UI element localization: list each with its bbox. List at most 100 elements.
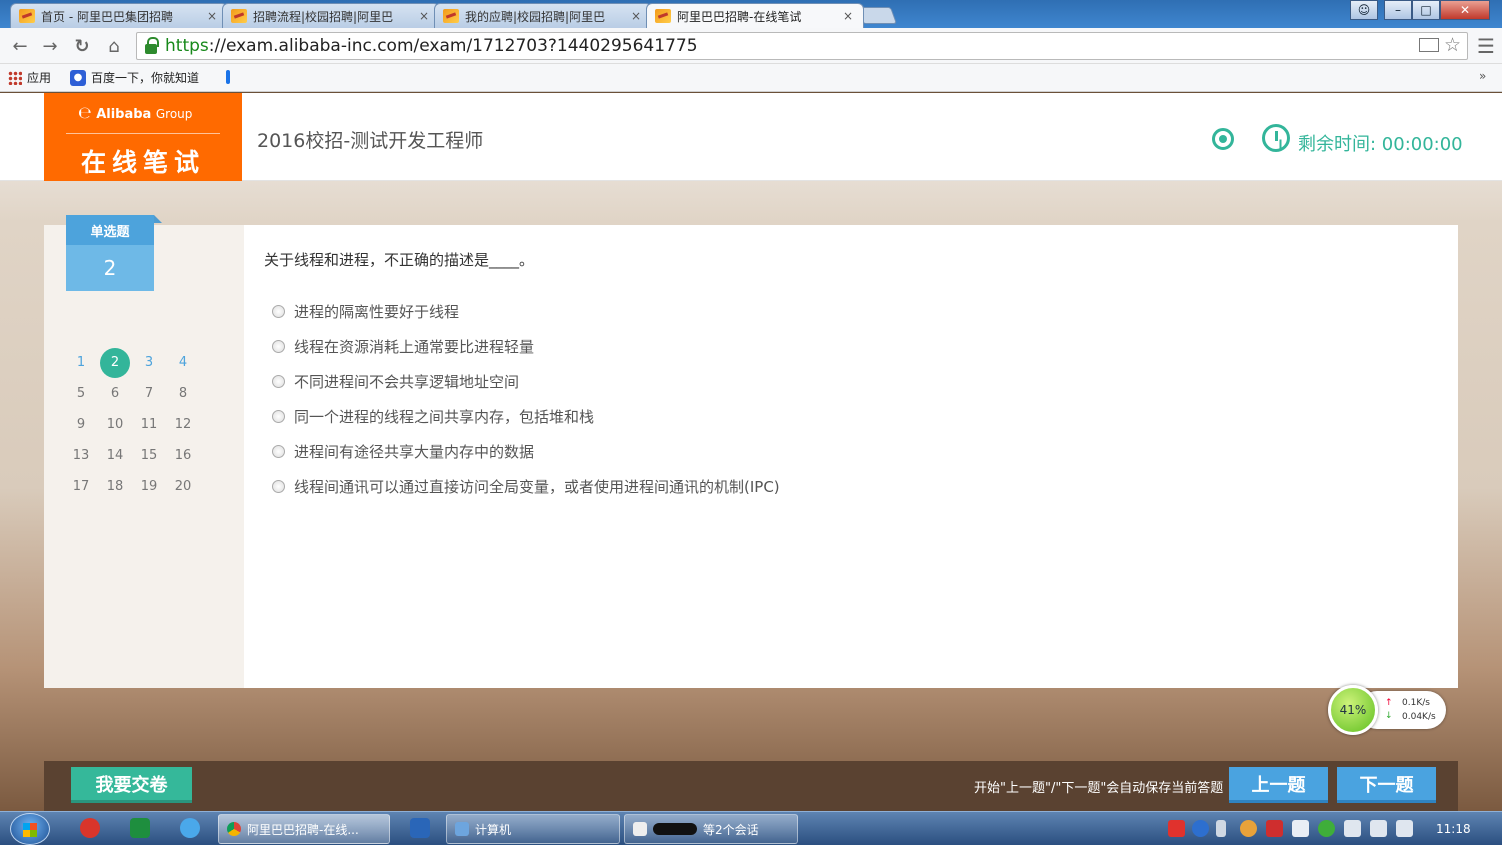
home-button[interactable]: ⌂ bbox=[102, 34, 126, 58]
browser-tab-1[interactable]: 首页 - 阿里巴巴集团招聘 × bbox=[10, 3, 228, 28]
answer-option[interactable]: 不同进程间不会共享逻辑地址空间 bbox=[272, 371, 519, 392]
volume-muted-icon[interactable] bbox=[1344, 820, 1361, 837]
system-clock[interactable]: 11:18 bbox=[1436, 822, 1471, 836]
tray-expand-icon[interactable] bbox=[1216, 820, 1226, 837]
logo-divider bbox=[66, 133, 220, 134]
download-arrow-icon: ↓ bbox=[1385, 711, 1393, 721]
answer-option[interactable]: 线程在资源消耗上通常要比进程轻量 bbox=[272, 336, 534, 357]
radio-button[interactable] bbox=[272, 480, 285, 493]
tab-close-icon[interactable]: × bbox=[629, 9, 643, 23]
address-bar[interactable]: https ://exam.alibaba-inc.com/exam/17127… bbox=[136, 32, 1468, 60]
question-number-4[interactable]: 4 bbox=[166, 347, 200, 378]
question-number-19[interactable]: 19 bbox=[132, 471, 166, 502]
sogou-input-icon[interactable] bbox=[1168, 820, 1185, 837]
user-profile-button[interactable]: ☺ bbox=[1350, 0, 1378, 20]
forward-button[interactable]: → bbox=[38, 34, 62, 58]
tab-close-icon[interactable]: × bbox=[841, 9, 855, 23]
radio-button[interactable] bbox=[272, 375, 285, 388]
spreadsheet-app-icon[interactable] bbox=[130, 818, 150, 838]
network-speed-widget[interactable]: 41% ↑ ↓ 0.1K/s 0.04K/s bbox=[1328, 685, 1446, 735]
reload-button[interactable]: ↻ bbox=[70, 34, 94, 58]
taskbar-item-chrome[interactable]: 阿里巴巴招聘-在线... bbox=[218, 814, 390, 844]
memory-usage-ball: 41% bbox=[1328, 685, 1378, 735]
taskbar-item-chat[interactable]: 等2个会话 bbox=[624, 814, 798, 844]
question-number-9[interactable]: 9 bbox=[64, 409, 98, 440]
browser-tab-4[interactable]: 阿里巴巴招聘-在线笔试 × bbox=[646, 3, 864, 28]
cast-icon[interactable] bbox=[1419, 38, 1439, 52]
next-question-button[interactable]: 下一题 bbox=[1337, 767, 1436, 803]
question-number-20[interactable]: 20 bbox=[166, 471, 200, 502]
browser-toolbar: ← → ↻ ⌂ https ://exam.alibaba-inc.com/ex… bbox=[0, 28, 1502, 64]
submit-exam-button[interactable]: 我要交卷 bbox=[71, 767, 192, 803]
question-number-1[interactable]: 1 bbox=[64, 347, 98, 378]
bookmark-baidu[interactable]: ● 百度一下，你就知道 bbox=[70, 69, 199, 86]
menu-button[interactable]: ☰ bbox=[1474, 34, 1498, 58]
bookmark-star-icon[interactable]: ☆ bbox=[1444, 34, 1461, 56]
question-number-13[interactable]: 13 bbox=[64, 440, 98, 471]
question-number-7[interactable]: 7 bbox=[132, 378, 166, 409]
radio-button[interactable] bbox=[272, 445, 285, 458]
network-app-icon[interactable] bbox=[180, 818, 200, 838]
question-number-2[interactable]: 2 bbox=[98, 347, 132, 378]
antivirus-icon[interactable] bbox=[1266, 820, 1283, 837]
question-number-5[interactable]: 5 bbox=[64, 378, 98, 409]
previous-question-button[interactable]: 上一题 bbox=[1229, 767, 1328, 803]
browser-tab-strip: 首页 - 阿里巴巴集团招聘 × 招聘流程|校园招聘|阿里巴 × 我的应聘|校园招… bbox=[0, 0, 1502, 28]
answer-option[interactable]: 进程的隔离性要好于线程 bbox=[272, 301, 459, 322]
bookmark-apps[interactable]: 应用 bbox=[8, 69, 51, 86]
radio-button[interactable] bbox=[272, 305, 285, 318]
bookmarks-overflow-button[interactable]: » bbox=[1479, 69, 1486, 83]
question-number-18[interactable]: 18 bbox=[98, 471, 132, 502]
qq-icon[interactable] bbox=[1240, 820, 1257, 837]
back-button[interactable]: ← bbox=[8, 34, 32, 58]
tab-close-icon[interactable]: × bbox=[205, 9, 219, 23]
alibaba-logo: ℮ Alibaba Group 在线笔试 bbox=[44, 93, 242, 181]
network-status-icon[interactable] bbox=[1396, 820, 1413, 837]
start-button[interactable] bbox=[10, 813, 50, 845]
hamburger-menu-icon: ☰ bbox=[1477, 34, 1495, 58]
autosave-hint: 开始"上一题"/"下一题"会自动保存当前答题 bbox=[974, 781, 1224, 796]
action-center-flag-icon[interactable] bbox=[1370, 820, 1387, 837]
home-icon: ⌂ bbox=[108, 35, 120, 57]
bookmark-folder-icon[interactable] bbox=[226, 70, 230, 84]
minimize-button[interactable]: – bbox=[1384, 0, 1412, 20]
radio-button[interactable] bbox=[272, 340, 285, 353]
browser-tab-2[interactable]: 招聘流程|校园招聘|阿里巴 × bbox=[222, 3, 440, 28]
alibaba-swirl-icon: ℮ bbox=[78, 103, 92, 122]
tab-close-icon[interactable]: × bbox=[417, 9, 431, 23]
question-number-16[interactable]: 16 bbox=[166, 440, 200, 471]
file-explorer-icon[interactable] bbox=[410, 818, 430, 838]
minimize-icon: – bbox=[1395, 3, 1401, 17]
radio-button[interactable] bbox=[272, 410, 285, 423]
question-number-6[interactable]: 6 bbox=[98, 378, 132, 409]
browser-tab-3[interactable]: 我的应聘|校园招聘|阿里巴 × bbox=[434, 3, 652, 28]
alibaba-favicon-icon bbox=[19, 9, 35, 23]
taskbar-item-label: 计算机 bbox=[475, 822, 512, 837]
download-speed: 0.04K/s bbox=[1402, 712, 1436, 722]
remaining-time: 剩余时间: 00:00:00 bbox=[1298, 134, 1463, 155]
question-number-15[interactable]: 15 bbox=[132, 440, 166, 471]
security-guard-icon[interactable] bbox=[1318, 820, 1335, 837]
taskbar-item-computer[interactable]: 计算机 bbox=[446, 814, 620, 844]
close-window-button[interactable]: ✕ bbox=[1440, 0, 1490, 20]
upload-arrow-icon: ↑ bbox=[1385, 698, 1393, 708]
question-number-14[interactable]: 14 bbox=[98, 440, 132, 471]
question-number-10[interactable]: 10 bbox=[98, 409, 132, 440]
url-scheme: https bbox=[165, 36, 209, 56]
webcam-icon bbox=[1212, 128, 1234, 150]
question-number-17[interactable]: 17 bbox=[64, 471, 98, 502]
exam-title: 2016校招-测试开发工程师 bbox=[257, 130, 484, 152]
answer-option[interactable]: 同一个进程的线程之间共享内存，包括堆和栈 bbox=[272, 406, 594, 427]
answer-option[interactable]: 线程间通讯可以通过直接访问全局变量，或者使用进程间通讯的机制(IPC) bbox=[272, 476, 780, 497]
clipboard-icon[interactable] bbox=[1292, 820, 1309, 837]
question-number-3[interactable]: 3 bbox=[132, 347, 166, 378]
question-number-8[interactable]: 8 bbox=[166, 378, 200, 409]
help-icon[interactable] bbox=[1192, 820, 1209, 837]
question-number-12[interactable]: 12 bbox=[166, 409, 200, 440]
url-text: ://exam.alibaba-inc.com/exam/1712703?144… bbox=[208, 36, 698, 56]
netease-music-icon[interactable] bbox=[80, 818, 100, 838]
question-number-11[interactable]: 11 bbox=[132, 409, 166, 440]
maximize-button[interactable]: □ bbox=[1412, 0, 1440, 20]
question-panel: 关于线程和进程，不正确的描述是____。 进程的隔离性要好于线程 线程在资源消耗上… bbox=[244, 225, 1458, 688]
answer-option[interactable]: 进程间有途径共享大量内存中的数据 bbox=[272, 441, 534, 462]
